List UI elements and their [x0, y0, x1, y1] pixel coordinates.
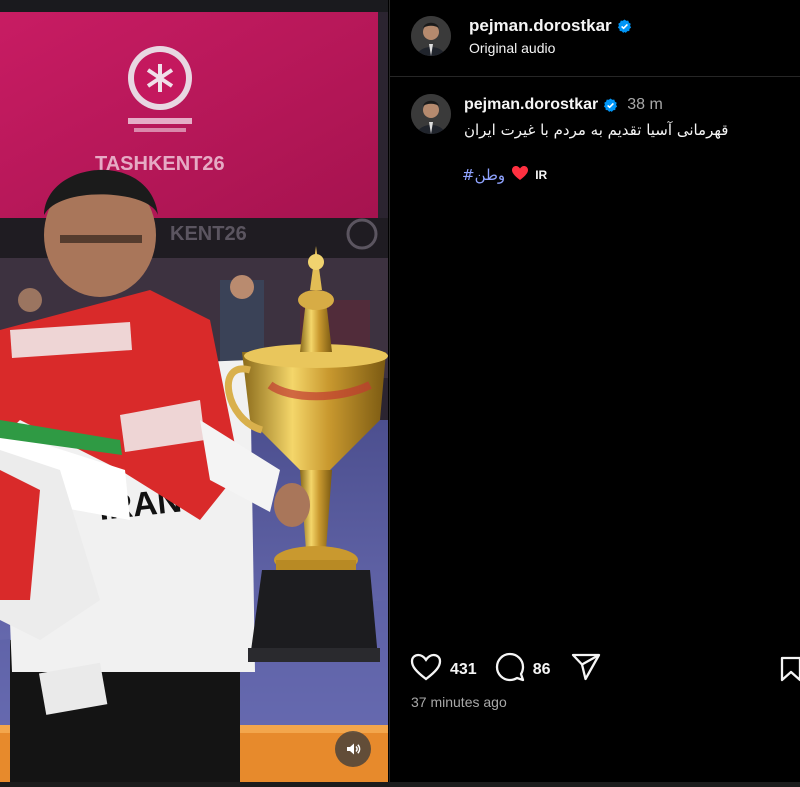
save-button[interactable] [780, 656, 800, 687]
caption-time: 38 m [627, 96, 663, 113]
share-button[interactable] [571, 653, 601, 686]
verified-badge-icon [617, 19, 632, 34]
caption-author-avatar[interactable] [411, 94, 451, 134]
bottom-divider [0, 782, 800, 787]
verified-badge-icon [603, 98, 618, 113]
flag-text: IR [535, 168, 548, 182]
hashtag-link[interactable]: #وطن [462, 166, 505, 184]
post-actions: 431 86 [410, 652, 601, 687]
share-icon[interactable] [571, 653, 601, 686]
red-heart-icon [511, 165, 529, 185]
like-button[interactable]: 431 [410, 653, 477, 686]
comment-button[interactable]: 86 [495, 652, 551, 687]
board-text: KENT26 [170, 223, 247, 245]
comment-icon[interactable] [495, 652, 525, 687]
caption-username: pejman.dorostkar 38 m [464, 96, 663, 114]
audio-label[interactable]: Original audio [469, 40, 555, 56]
heart-icon[interactable] [410, 653, 442, 686]
post-header: pejman.dorostkar Original audio [390, 0, 800, 77]
comment-count[interactable]: 86 [533, 661, 551, 679]
caption-text: قهرمانی آسیا تقدیم به مردم با غیرت ایران [464, 121, 729, 139]
header-username-text[interactable]: pejman.dorostkar [469, 16, 612, 36]
instagram-post-view: TASHKENT26 KENT26 IRAN pejman.dorostkar … [0, 0, 800, 787]
caption-tags: #وطن IR [462, 165, 547, 185]
post-details-panel: pejman.dorostkar Original audio pejman.d… [389, 0, 800, 782]
speaker-icon [345, 741, 361, 757]
post-photo: TASHKENT26 KENT26 IRAN [0, 0, 388, 782]
bookmark-icon[interactable] [780, 656, 800, 686]
like-count[interactable]: 431 [450, 661, 477, 679]
mute-toggle-button[interactable] [335, 731, 371, 767]
post-timestamp[interactable]: 37 minutes ago [411, 694, 507, 710]
header-username[interactable]: pejman.dorostkar [469, 16, 632, 36]
caption-username-text[interactable]: pejman.dorostkar [464, 96, 598, 114]
author-avatar[interactable] [411, 16, 451, 56]
post-media[interactable]: TASHKENT26 KENT26 IRAN [0, 0, 388, 782]
